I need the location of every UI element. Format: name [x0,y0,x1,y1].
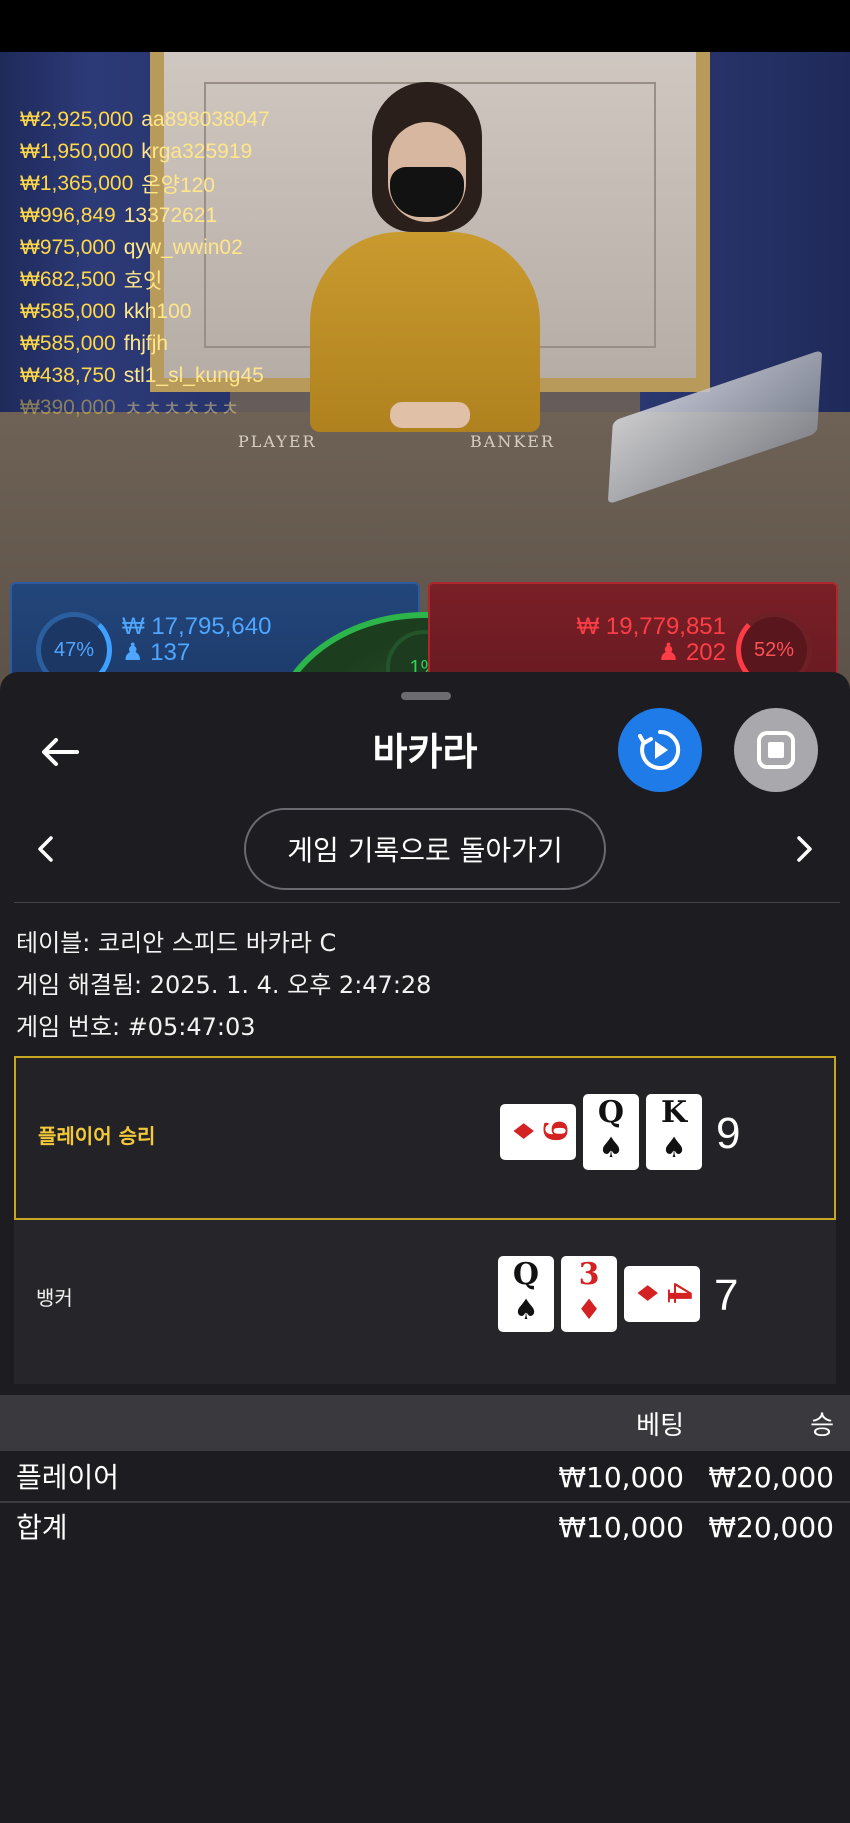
row-name: 플레이어 [16,1461,120,1494]
table-name: 테이블: 코리안 스피드 바카라 C [16,929,337,957]
row-divider [0,1501,850,1503]
bet-row: ₩1,365,000 온양120 [20,172,215,197]
player-bettor-count: 137 [150,639,191,666]
banker-score: 7 [714,1271,739,1320]
playing-card: 9 ♦ [500,1104,576,1160]
card-suit-icon: ♦ [506,1118,540,1144]
player-total-amount: ₩ 17,795,640 [122,613,272,640]
game-info: 테이블: 코리안 스피드 바카라 C 게임 해결됨: 2025. 1. 4. 오… [16,922,816,1048]
playing-card: 4 ♦ [624,1266,700,1322]
bet-row: ₩585,000 kkh100 [20,300,192,323]
table-player-label: PLAYER [238,432,317,451]
replay-icon [638,729,681,770]
player-result-row: 플레이어 승리 9 ♦ Q ♠ K ♠ 9 [14,1056,836,1220]
replay-video-button[interactable] [618,708,702,792]
chevron-left-icon [38,836,53,862]
playing-card: 3 ♦ [561,1256,617,1332]
row-win: ₩20,000 [708,1461,834,1494]
stop-icon [757,731,795,769]
table-row-total: 합계 ₩10,000 ₩20,000 [0,1504,850,1552]
row-win: ₩20,000 [708,1511,834,1544]
card-suit-icon: ♠ [598,1131,624,1164]
bet-row: ₩2,925,000 aa898038047 [20,108,270,131]
bet-row: ₩585,000 fhjfjh [20,332,169,355]
bet-row: ₩975,000 qyw_wwin02 [20,236,243,259]
status-bar [0,0,850,52]
next-game-button[interactable] [780,824,830,874]
card-rank: K [660,1095,688,1130]
return-to-history-button[interactable]: 게임 기록으로 돌아가기 [244,808,606,890]
bet-row: ₩1,950,000 krga325919 [20,140,253,163]
header-win: 승 [810,1411,834,1441]
bet-row: ₩390,000 ㅊㅊㅊㅊㅊㅊ [20,396,240,421]
banker-bettor-count: 202 [685,639,726,666]
card-suit-icon: ♠ [661,1131,687,1164]
card-rank: Q [512,1257,540,1292]
card-rank: 4 [659,1281,698,1305]
player-win-label: 플레이어 승리 [38,1124,156,1148]
banker-result-row: 뱅커 Q ♠ 3 ♦ 4 ♦ 7 [14,1220,836,1384]
bet-row: ₩996,849 13372621 [20,204,218,227]
row-bet: ₩10,000 [558,1461,684,1494]
card-rank: 9 [535,1119,574,1143]
row-bet: ₩10,000 [558,1511,684,1544]
live-bets-list: ₩2,925,000 aa898038047 ₩1,950,000 krga3259… [20,104,380,424]
app-screen: PLAYER BANKER ₩2,925,000 aa898038047 ₩1,9… [0,0,850,1823]
live-video: PLAYER BANKER ₩2,925,000 aa898038047 ₩1,9… [0,52,850,712]
resolved-time: 게임 해결됨: 2025. 1. 4. 오후 2:47:28 [16,971,432,999]
player-score: 9 [716,1109,741,1158]
bet-table-header: 베팅 승 [0,1395,850,1451]
banker-total-amount: ₩ 19,779,851 [576,613,726,640]
previous-game-button[interactable] [20,824,70,874]
bet-row: ₩682,500 호잇 [20,268,163,293]
person-icon: ♟ [657,639,680,666]
card-rank: Q [597,1095,625,1130]
bet-row: ₩438,750 stl1_sl_kung45 [20,364,264,387]
history-nav: 게임 기록으로 돌아가기 [0,808,850,890]
banker-cards: Q ♠ 3 ♦ 4 ♦ [498,1256,700,1332]
playing-card: Q ♠ [498,1256,554,1332]
page-title: 바카라 [372,730,478,774]
playing-card: K ♠ [646,1094,702,1170]
card-suit-icon: ♦ [630,1280,664,1306]
card-suit-icon: ♠ [513,1293,539,1326]
sheet-drag-handle[interactable] [401,692,451,700]
game-number: 게임 번호: #05:47:03 [16,1013,256,1041]
player-cards: 9 ♦ Q ♠ K ♠ [500,1094,702,1170]
stop-button[interactable] [734,708,818,792]
table-banker-label: BANKER [470,432,555,451]
card-rank: 3 [578,1257,600,1292]
divider [14,902,840,903]
person-icon: ♟ [122,639,144,666]
game-history-sheet: 바카라 게임 기록으로 돌아가기 테이블: 코리안 스피드 바카라 C 게임 해… [0,672,850,1823]
table-row: 플레이어 ₩10,000 ₩20,000 [0,1454,850,1502]
playing-card: Q ♠ [583,1094,639,1170]
header-bet: 베팅 [636,1411,684,1441]
banker-label: 뱅커 [36,1286,73,1310]
chevron-right-icon [797,836,812,862]
row-name: 합계 [16,1511,68,1544]
card-suit-icon: ♦ [576,1293,602,1326]
